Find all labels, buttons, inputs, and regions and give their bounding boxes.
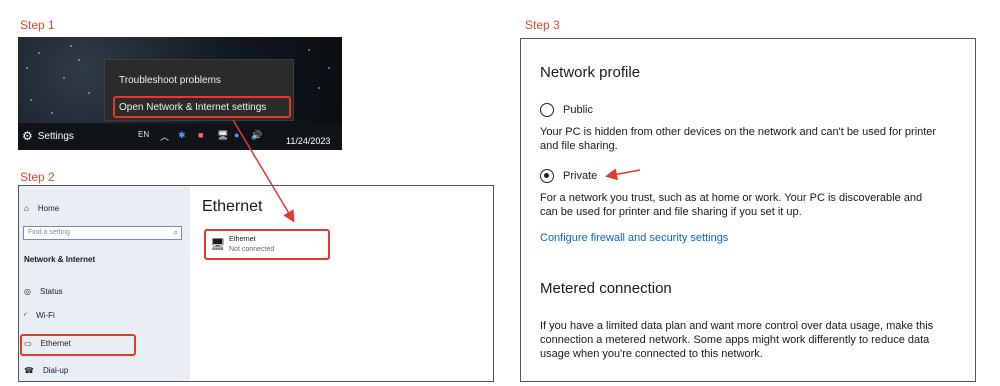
shield-icon[interactable]: ● — [234, 130, 239, 140]
private-description: For a network you trust, such as at home… — [540, 192, 923, 218]
sidebar-wifi-label: Wi-Fi — [36, 311, 55, 320]
sidebar-section-heading: Network & Internet — [24, 255, 96, 264]
step-1-screenshot: Troubleshoot problems Open Network & Int… — [18, 37, 342, 150]
troubleshoot-menu-item[interactable]: Troubleshoot problems — [119, 75, 221, 86]
step-2-label: Step 2 — [20, 170, 55, 184]
adapter-name: Ethernet — [229, 236, 256, 243]
search-placeholder: Find a setting — [28, 229, 71, 236]
private-radio[interactable] — [540, 169, 554, 183]
taskbar: ⚙ Settings EN ︿ ✱ ■ 🖥 ● 🔊 11/24/2023 — [18, 123, 342, 150]
highlight-box-ethernet-nav — [20, 334, 136, 356]
monitor-icon: 🖥 — [210, 237, 226, 251]
app-tray-icon[interactable]: ■ — [198, 130, 203, 140]
find-setting-search-input[interactable]: Find a setting ⌕ — [23, 226, 182, 240]
chevron-up-icon[interactable]: ︿ — [160, 130, 169, 143]
public-radio[interactable] — [540, 103, 554, 117]
sidebar-item-wifi[interactable]: ◜ Wi-Fi — [24, 311, 55, 320]
step-3-screenshot: Network profile Public Your PC is hidden… — [520, 38, 976, 382]
metered-connection-heading: Metered connection — [540, 280, 672, 297]
step-2-screenshot: ⌂ Home Find a setting ⌕ Network & Intern… — [18, 185, 494, 382]
taskbar-date[interactable]: 11/24/2023 — [286, 136, 330, 146]
search-icon: ⌕ — [173, 228, 178, 237]
taskbar-settings-label: Settings — [37, 130, 74, 142]
metered-description: If you have a limited data plan and want… — [540, 320, 934, 360]
public-description: Your PC is hidden from other devices on … — [540, 126, 937, 152]
sidebar-item-home[interactable]: ⌂ Home — [24, 204, 59, 213]
adapter-status: Not connected — [229, 246, 275, 253]
home-icon: ⌂ — [24, 204, 29, 213]
taskbar-settings-button[interactable]: ⚙ Settings — [22, 129, 74, 143]
step-3-label: Step 3 — [525, 18, 560, 32]
sidebar-item-status[interactable]: ◎ Status — [24, 287, 63, 296]
public-radio-label[interactable]: Public — [563, 104, 593, 116]
settings-sidebar: ⌂ Home Find a setting ⌕ Network & Intern… — [19, 186, 190, 381]
network-icon[interactable]: 🖥 — [217, 130, 228, 141]
network-profile-heading: Network profile — [540, 64, 641, 81]
bluetooth-icon[interactable]: ✱ — [178, 130, 186, 141]
sidebar-item-dialup[interactable]: ☎ Dial-up — [24, 366, 68, 375]
open-network-settings-menu-item[interactable]: Open Network & Internet settings — [119, 102, 266, 113]
gear-icon: ⚙ — [22, 129, 33, 143]
ethernet-adapter-card[interactable]: 🖥 Ethernet Not connected — [204, 229, 330, 260]
private-radio-label[interactable]: Private — [563, 170, 597, 182]
configure-firewall-link[interactable]: Configure firewall and security settings — [540, 232, 728, 244]
dialup-icon: ☎ — [24, 366, 34, 375]
sidebar-home-label: Home — [37, 204, 60, 213]
sidebar-status-label: Status — [39, 287, 63, 296]
sidebar-dialup-label: Dial-up — [42, 366, 69, 375]
network-context-menu: Troubleshoot problems Open Network & Int… — [104, 59, 294, 121]
wifi-icon: ◜ — [24, 311, 28, 320]
language-indicator[interactable]: EN — [138, 130, 149, 139]
page-title: Ethernet — [202, 198, 263, 215]
status-icon: ◎ — [24, 287, 31, 296]
step-1-label: Step 1 — [20, 18, 55, 32]
volume-icon[interactable]: 🔊 — [251, 130, 262, 141]
